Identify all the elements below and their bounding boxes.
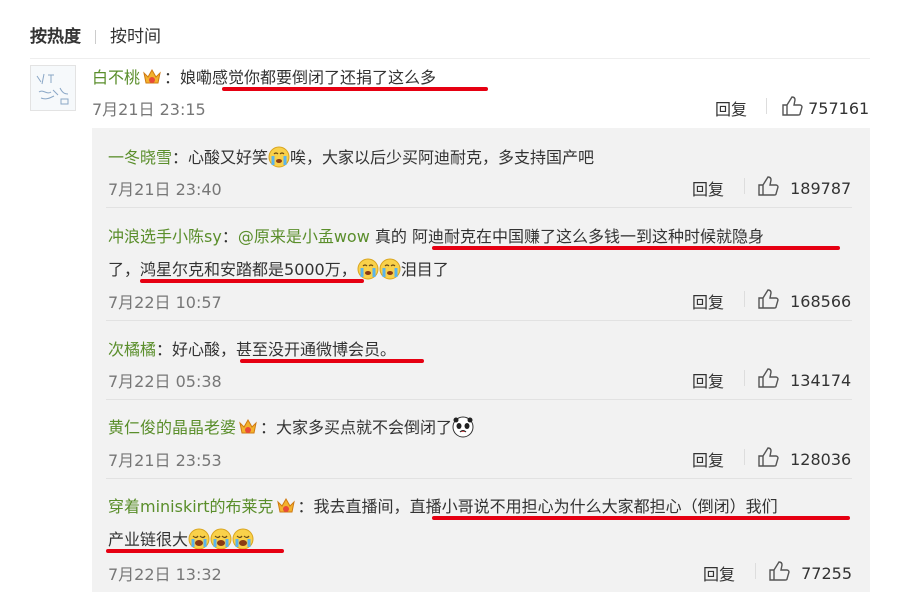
comment-separator: ： [260, 418, 277, 437]
red-underline [432, 246, 840, 250]
comment-separator: ： [221, 227, 238, 246]
crying-face-icon [379, 258, 401, 280]
reply-username[interactable]: 穿着miniskirt的布莱克 [108, 497, 274, 516]
sort-tabs: 按热度 按时间 [30, 22, 161, 47]
reply-text-highlight: 阿迪耐克在中国赚了这么多钱一到这种时候就隐身 [411, 227, 764, 246]
action-divider [744, 178, 745, 194]
action-divider [744, 291, 745, 307]
reply-button[interactable]: 回复 [692, 368, 724, 392]
sort-by-hot-tab[interactable]: 按热度 [30, 27, 81, 47]
like-count: 128036 [790, 450, 852, 469]
reply-2-line-1: 冲浪选手小陈sy：@原来是小孟wow 真的 阿迪耐克在中国赚了这么多钱一到这种时… [108, 223, 764, 247]
comment-username[interactable]: 白不桃 [92, 68, 140, 87]
reply-text: 心酸又好笑 [188, 148, 269, 167]
gold-badge-icon [275, 496, 297, 516]
thumbs-up-icon [781, 95, 803, 121]
gold-badge-icon [237, 417, 259, 437]
like-count: 134174 [790, 371, 852, 390]
reply-date: 7月21日 23:53 [108, 451, 222, 470]
red-underline [140, 279, 364, 283]
reply-text-continued: ， [340, 260, 357, 279]
comment-separator: ： [164, 68, 181, 87]
red-underline [432, 516, 850, 520]
action-divider [744, 370, 745, 386]
reply-username[interactable]: 一冬晓雪 [108, 148, 172, 167]
reply-text-highlight: 鸿星尔克和安踏都是5000万 [140, 260, 341, 279]
reply-username[interactable]: 次橘橘 [108, 340, 156, 359]
panda-face-icon [452, 416, 474, 438]
crying-face-icon [188, 528, 210, 550]
reply-1-line: 一冬晓雪：心酸又好笑 唉，大家以后少买阿迪耐克，多支持国产吧 [108, 144, 594, 168]
action-divider [755, 563, 756, 579]
reply-text-continued: 了， [108, 260, 141, 279]
reply-button[interactable]: 回复 [715, 96, 747, 120]
reply-5-line-1: 穿着miniskirt的布莱克 ：我去直播间，直播小哥说不用担心为什么大家都担心（… [108, 493, 778, 517]
crying-face-icon [268, 146, 290, 168]
like-count: 77255 [801, 564, 852, 583]
reply-username[interactable]: 黄仁俊的晶晶老婆 [108, 418, 236, 437]
red-underline [106, 549, 284, 553]
thumbs-up-icon [757, 367, 779, 393]
reply-divider [106, 399, 852, 400]
like-count: 757161 [808, 99, 870, 118]
reply-2-line-2: 了，鸿星尔克和安踏都是5000万， 泪目了 [108, 256, 449, 280]
like-button[interactable]: 757161 [781, 95, 869, 121]
crying-face-icon [357, 258, 379, 280]
reply-date: 7月22日 13:32 [108, 565, 222, 584]
reply-text-continued: 泪目了 [400, 260, 449, 279]
thumbs-up-icon [757, 175, 779, 201]
reply-text-continued: 唉，大家以后少买阿迪耐克，多支持国产吧 [290, 148, 595, 167]
thumbs-up-icon [757, 446, 779, 472]
like-button[interactable]: 128036 [757, 446, 851, 472]
reply-text: 大家多买点就不会倒闭了 [276, 418, 453, 437]
comment-text: 娘嘞感觉你都要倒闭了还捐了这么多 [180, 68, 437, 87]
crying-face-icon [210, 528, 232, 550]
reply-divider [106, 207, 852, 208]
like-button[interactable]: 168566 [757, 288, 851, 314]
sort-divider [95, 30, 96, 44]
like-count: 168566 [790, 292, 852, 311]
like-button[interactable]: 77255 [768, 560, 852, 586]
reply-username[interactable]: 冲浪选手小陈sy [108, 227, 222, 246]
action-divider [766, 98, 767, 114]
avatar[interactable] [30, 65, 76, 111]
like-button[interactable]: 134174 [757, 367, 851, 393]
reply-button[interactable]: 回复 [703, 561, 735, 585]
thumbs-up-icon [757, 288, 779, 314]
reply-date: 7月22日 05:38 [108, 372, 222, 391]
reply-5-line-2: 产业链很大 [108, 526, 254, 550]
reply-divider [106, 478, 852, 479]
header-divider [30, 58, 870, 59]
red-underline [240, 359, 424, 363]
like-button[interactable]: 189787 [757, 175, 851, 201]
reply-text-highlight: 产业链很大 [108, 530, 189, 549]
reply-divider [106, 320, 852, 321]
sort-by-time-tab[interactable]: 按时间 [110, 27, 161, 47]
reply-date: 7月22日 10:57 [108, 293, 222, 312]
reply-text-highlight: ，甚至没开通微博会员。 [220, 340, 397, 359]
mention-link[interactable]: @原来是小孟wow [238, 227, 370, 246]
main-comment-line: 白不桃 ：娘嘞感觉你都要倒闭了还捐了这么多 [92, 64, 436, 88]
comment-separator: ： [297, 497, 314, 516]
crying-face-icon [232, 528, 254, 550]
comment-date: 7月21日 23:15 [92, 100, 206, 119]
reply-3-line: 次橘橘：好心酸，甚至没开通微博会员。 [108, 336, 396, 360]
reply-text: 真的 [369, 227, 412, 246]
gold-badge-icon [141, 67, 163, 87]
reply-text: 好心酸 [172, 340, 221, 359]
reply-4-line: 黄仁俊的晶晶老婆 ：大家多买点就不会倒闭了 [108, 414, 474, 438]
reply-date: 7月21日 23:40 [108, 180, 222, 199]
action-divider [744, 449, 745, 465]
red-underline [222, 87, 488, 91]
reply-button[interactable]: 回复 [692, 176, 724, 200]
comment-separator: ： [172, 148, 189, 167]
reply-text-highlight: 直播小哥说不用担心为什么大家都担心（倒闭）我们 [409, 497, 778, 516]
reply-button[interactable]: 回复 [692, 447, 724, 471]
reply-text: 我去直播间， [313, 497, 410, 516]
reply-button[interactable]: 回复 [692, 289, 724, 313]
thumbs-up-icon [768, 560, 790, 586]
like-count: 189787 [790, 179, 852, 198]
handwriting-avatar [31, 66, 75, 110]
comment-separator: ： [156, 340, 173, 359]
